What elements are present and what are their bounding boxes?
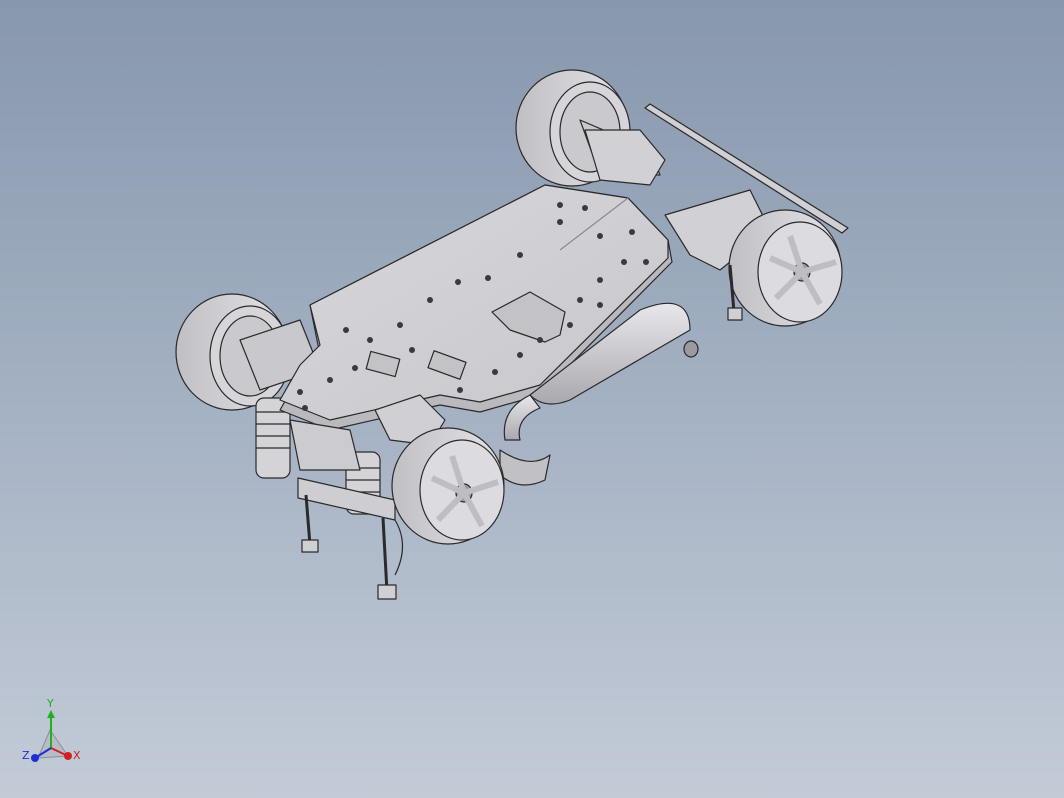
main-chassis-plate [279, 184, 673, 431]
triad-y-label: Y [47, 697, 54, 710]
triad-x-label: X [73, 749, 81, 762]
wheel-front-right [391, 427, 505, 545]
graphics-viewport[interactable]: Y X Z [0, 0, 1064, 798]
chassis-model[interactable] [0, 0, 1064, 798]
triad-z-label: Z [22, 749, 30, 762]
wheel-rear-right [728, 209, 843, 327]
orientation-triad: Y X Z [18, 697, 88, 770]
